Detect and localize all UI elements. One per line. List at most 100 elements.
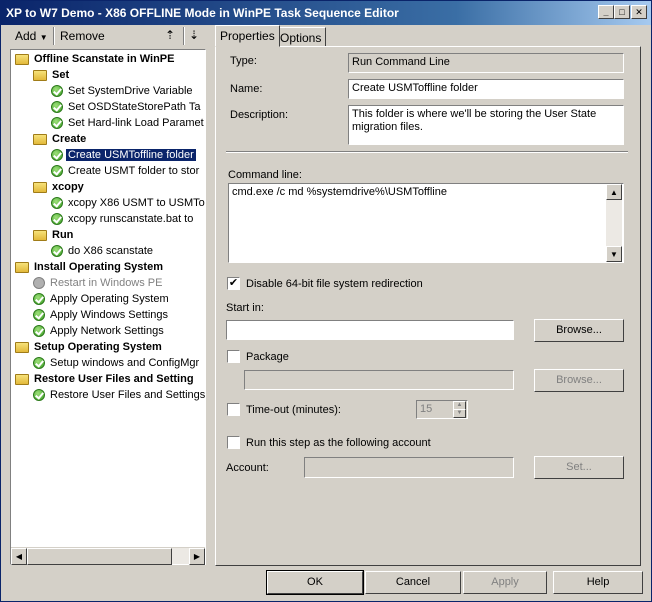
tree-item-label: Offline Scanstate in WinPE (34, 53, 175, 65)
tree-group[interactable]: Install Operating System (15, 260, 165, 275)
disable-redirection-checkbox[interactable]: ✔ (227, 277, 240, 290)
chevron-down-icon: ▼ (39, 33, 48, 42)
tree-item-label: xcopy X86 USMT to USMTo (68, 197, 205, 209)
package-browse-button[interactable]: Browse... (534, 369, 624, 392)
tree-item-label: Apply Operating System (50, 293, 169, 305)
tree-item-label: Restart in Windows PE (50, 277, 163, 289)
scroll-thumb[interactable] (27, 548, 172, 565)
tree-item-label: xcopy (52, 181, 84, 193)
disable-redirection-label: Disable 64-bit file system redirection (246, 278, 423, 290)
move-up-icon[interactable]: ⇡ (165, 28, 175, 42)
command-line-text: cmd.exe /c md %systemdrive%\USMToffline (232, 186, 447, 198)
timeout-checkbox[interactable] (227, 403, 240, 416)
run-as-checkbox[interactable] (227, 436, 240, 449)
tree-group[interactable]: xcopy (33, 180, 86, 195)
tree-item-label: Set Hard-link Load Paramet (68, 117, 204, 129)
description-field[interactable]: This folder is where we'll be storing th… (348, 105, 624, 145)
tree-step[interactable]: Apply Network Settings (33, 324, 166, 339)
tree-horizontal-scrollbar[interactable]: ◀ ▶ (11, 547, 205, 565)
apply-button[interactable]: Apply (463, 571, 547, 594)
remove-button[interactable]: Remove (60, 29, 105, 43)
tree-item-label: Install Operating System (34, 261, 163, 273)
folder-icon (33, 134, 47, 145)
ok-button[interactable]: OK (266, 570, 364, 595)
tree-group[interactable]: Create (33, 132, 88, 147)
tree-step[interactable]: Restart in Windows PE (33, 276, 164, 291)
tab-options[interactable]: Options (275, 27, 327, 47)
tree-step[interactable]: Set OSDStateStorePath Ta (51, 100, 202, 115)
tree-item-label: Setup Operating System (34, 341, 162, 353)
start-in-field[interactable] (226, 320, 514, 340)
close-button[interactable]: ✕ (631, 5, 647, 19)
tree-item-label: Set (52, 69, 70, 81)
name-label: Name: (230, 83, 263, 95)
tree-item-label: xcopy runscanstate.bat to (68, 213, 194, 225)
tree-item-label: Create (52, 133, 87, 145)
tree-step[interactable]: Create USMT folder to stor (51, 164, 201, 179)
scroll-left-icon[interactable]: ◀ (11, 548, 27, 565)
scroll-up-icon[interactable]: ▲ (606, 184, 622, 200)
scroll-right-icon[interactable]: ▶ (189, 548, 205, 565)
tree-item-label: Create USMToffline folder (65, 148, 197, 162)
tree-item-label: Restore User Files and Setting (34, 373, 194, 385)
minimize-button[interactable]: _ (598, 5, 614, 19)
tree-step[interactable]: Set SystemDrive Variable (51, 84, 195, 99)
package-checkbox[interactable] (227, 350, 240, 363)
scroll-down-icon[interactable]: ▼ (606, 246, 622, 262)
task-sequence-editor-window: XP to W7 Demo - X86 OFFLINE Mode in WinP… (0, 0, 652, 602)
tree-step[interactable]: Restore User Files and Settings (33, 388, 206, 403)
tree-item-label: Run (52, 229, 74, 241)
window-title: XP to W7 Demo - X86 OFFLINE Mode in WinP… (6, 6, 399, 20)
check-icon (51, 149, 63, 161)
command-line-scrollbar[interactable]: ▲ ▼ (606, 184, 622, 262)
tree-item-label: Apply Windows Settings (50, 309, 168, 321)
tab-properties[interactable]: Properties (215, 25, 280, 47)
tree-group[interactable]: Set (33, 68, 71, 83)
tree-item-label: Restore User Files and Settings (50, 389, 206, 401)
tree-group[interactable]: Offline Scanstate in WinPE (15, 52, 176, 67)
tree-step[interactable]: do X86 scanstate (51, 244, 155, 259)
cancel-button[interactable]: Cancel (365, 571, 461, 594)
tree-group[interactable]: Setup Operating System (15, 340, 164, 355)
set-account-button[interactable]: Set... (534, 456, 624, 479)
tree-step[interactable]: Create USMToffline folder (51, 148, 197, 163)
check-icon (33, 357, 45, 369)
package-field[interactable] (244, 370, 514, 390)
browse-button[interactable]: Browse... (534, 319, 624, 342)
folder-icon (33, 182, 47, 193)
help-button[interactable]: Help (553, 571, 643, 594)
check-icon (33, 293, 45, 305)
tree-item-label: Set SystemDrive Variable (68, 85, 193, 97)
folder-icon (15, 54, 29, 65)
type-label: Type: (230, 55, 257, 67)
check-icon (51, 117, 63, 129)
tree-item-label: Create USMT folder to stor (68, 165, 200, 177)
tree-item-label: do X86 scanstate (68, 245, 154, 257)
disabled-step-icon (33, 277, 45, 289)
package-label: Package (246, 351, 289, 363)
description-label: Description: (230, 109, 289, 121)
add-button[interactable]: Add ▼ (15, 29, 48, 43)
folder-icon (33, 230, 47, 241)
check-icon (51, 197, 63, 209)
name-field[interactable]: Create USMToffline folder (348, 79, 624, 99)
tree-step[interactable]: Apply Windows Settings (33, 308, 170, 323)
title-bar[interactable]: XP to W7 Demo - X86 OFFLINE Mode in WinP… (1, 1, 651, 25)
move-down-icon[interactable]: ⇣ (189, 28, 199, 42)
command-line-field[interactable]: cmd.exe /c md %systemdrive%\USMToffline (228, 183, 624, 263)
check-icon (51, 245, 63, 257)
tree-step[interactable]: xcopy X86 USMT to USMTo (51, 196, 205, 211)
account-field[interactable] (304, 457, 514, 478)
tree-step[interactable]: Apply Operating System (33, 292, 171, 307)
divider (226, 151, 628, 153)
spin-down-icon[interactable]: ▼ (453, 409, 466, 418)
tree-step[interactable]: xcopy runscanstate.bat to (51, 212, 195, 227)
tree-group[interactable]: Restore User Files and Setting (15, 372, 196, 387)
maximize-button[interactable]: □ (614, 5, 630, 19)
tree-step[interactable]: Setup windows and ConfigMgr (33, 356, 201, 371)
check-icon (51, 213, 63, 225)
tree-step[interactable]: Set Hard-link Load Paramet (51, 116, 205, 131)
task-sequence-tree[interactable]: Offline Scanstate in WinPE Set Set SystemD… (10, 49, 206, 565)
properties-panel: Type: Run Command Line Name: Create USMT… (215, 46, 641, 566)
tree-group[interactable]: Run (33, 228, 75, 243)
